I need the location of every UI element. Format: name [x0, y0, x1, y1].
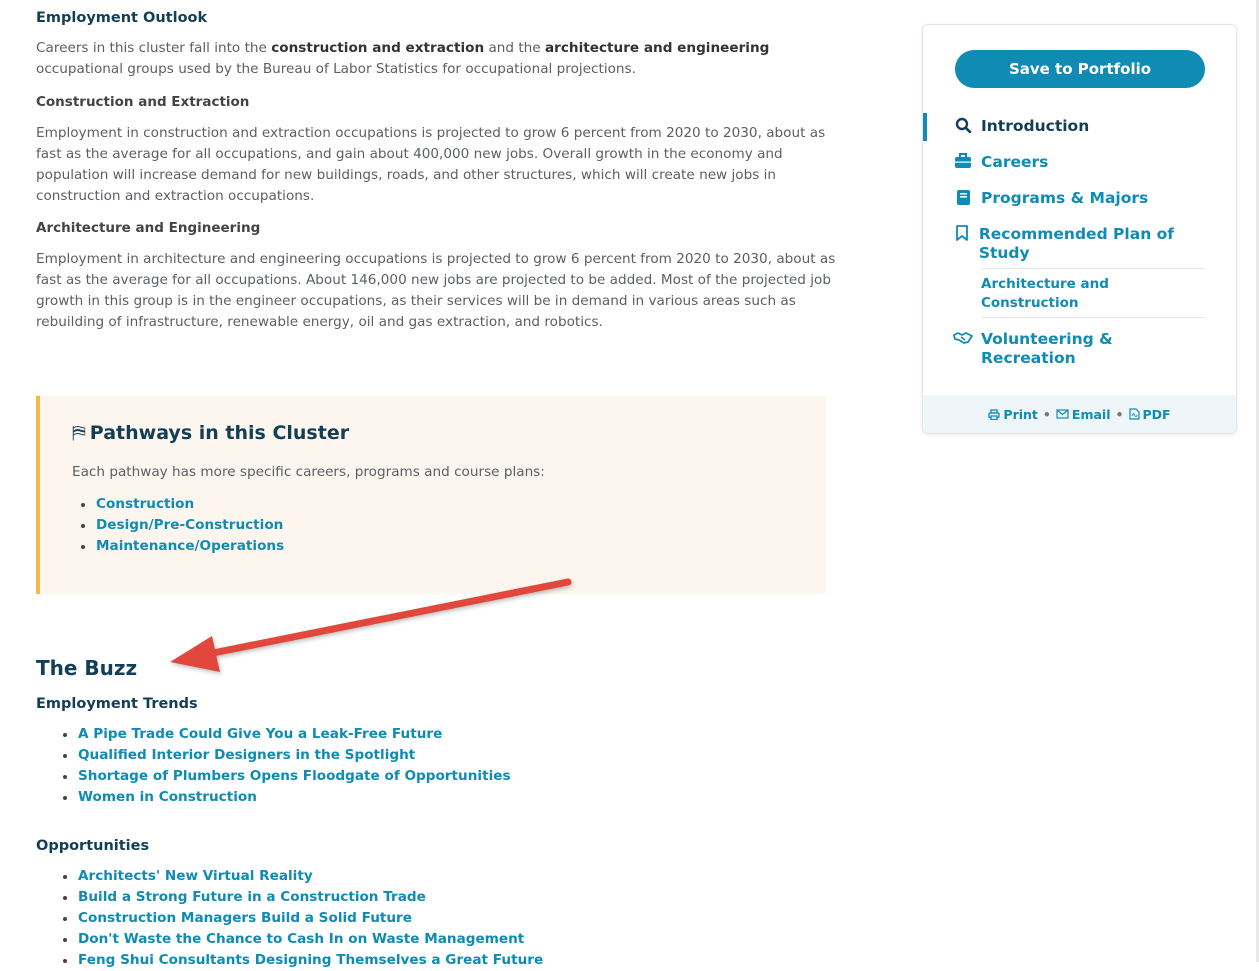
construction-extraction-heading: Construction and Extraction: [36, 94, 250, 110]
pathway-link-maintenance[interactable]: Maintenance/Operations: [80, 536, 284, 557]
footer-separator: •: [1115, 406, 1124, 422]
opportunities-heading: Opportunities: [36, 838, 150, 854]
signpost-icon: ⛿: [72, 422, 86, 444]
employment-trends-list: A Pipe Trade Could Give You a Leak-Free …: [63, 724, 511, 808]
print-link[interactable]: Print: [988, 407, 1038, 422]
pathways-intro: Each pathway has more specific careers, …: [72, 464, 545, 480]
pathway-link-construction[interactable]: Construction: [80, 494, 284, 515]
pdf-file-icon: [1128, 408, 1140, 420]
trend-link[interactable]: Qualified Interior Designers in the Spot…: [63, 745, 511, 766]
trend-link[interactable]: Women in Construction: [63, 787, 511, 808]
construction-extraction-text: Employment in construction and extractio…: [36, 125, 826, 204]
nav-item-careers[interactable]: Careers: [953, 153, 1048, 172]
nav-item-programs[interactable]: Programs & Majors: [953, 189, 1148, 208]
nav-item-plan-of-study[interactable]: Recommended Plan of Study: [953, 225, 1203, 263]
opportunity-link[interactable]: Don't Waste the Chance to Cash In on Was…: [62, 929, 543, 950]
nav-subitem-architecture-construction[interactable]: Architecture and Construction: [981, 275, 1205, 313]
opportunity-link[interactable]: Architects' New Virtual Reality: [62, 866, 543, 887]
book-icon: [953, 189, 973, 206]
email-link[interactable]: Email: [1056, 407, 1111, 422]
annotation-arrow-icon: [170, 578, 572, 672]
pathways-list: Construction Design/Pre-Construction Mai…: [80, 494, 284, 557]
nav-divider: [981, 317, 1205, 318]
opportunities-list: Architects' New Virtual Reality Build a …: [62, 866, 543, 971]
share-toolbar: Print • Email • PDF: [923, 395, 1236, 433]
sidebar-panel: Save to Portfolio Introduction Careers P…: [922, 24, 1237, 434]
nav-item-introduction[interactable]: Introduction: [953, 117, 1089, 136]
architecture-engineering-text: Employment in architecture and engineeri…: [36, 251, 836, 330]
opportunity-link[interactable]: Build a Strong Future in a Construction …: [62, 887, 543, 908]
pathways-callout: ⛿ Pathways in this Cluster Each pathway h…: [36, 396, 826, 594]
printer-icon: [988, 408, 1001, 420]
pathways-title: ⛿ Pathways in this Cluster: [72, 422, 350, 444]
save-to-portfolio-button[interactable]: Save to Portfolio: [955, 50, 1205, 88]
nav-item-volunteering[interactable]: Volunteering & Recreation: [953, 330, 1203, 368]
pdf-link[interactable]: PDF: [1128, 407, 1171, 422]
buzz-title: The Buzz: [36, 656, 138, 680]
pathway-link-design[interactable]: Design/Pre-Construction: [80, 515, 284, 536]
handshake-icon: [953, 330, 973, 346]
search-icon: [953, 117, 973, 134]
employment-trends-heading: Employment Trends: [36, 696, 198, 712]
opportunity-link[interactable]: Feng Shui Consultants Designing Themselv…: [62, 950, 543, 971]
active-nav-indicator: [923, 113, 927, 141]
opportunity-link[interactable]: Construction Managers Build a Solid Futu…: [62, 908, 543, 929]
architecture-engineering-heading: Architecture and Engineering: [36, 220, 261, 236]
footer-separator: •: [1042, 406, 1051, 422]
employment-outlook-intro: Careers in this cluster fall into the co…: [36, 40, 770, 77]
bookmark-icon: [953, 225, 971, 242]
trend-link[interactable]: Shortage of Plumbers Opens Floodgate of …: [63, 766, 511, 787]
trend-link[interactable]: A Pipe Trade Could Give You a Leak-Free …: [63, 724, 511, 745]
briefcase-icon: [953, 153, 973, 169]
envelope-icon: [1056, 409, 1069, 419]
nav-divider: [981, 268, 1205, 269]
employment-outlook-heading: Employment Outlook: [36, 10, 208, 26]
